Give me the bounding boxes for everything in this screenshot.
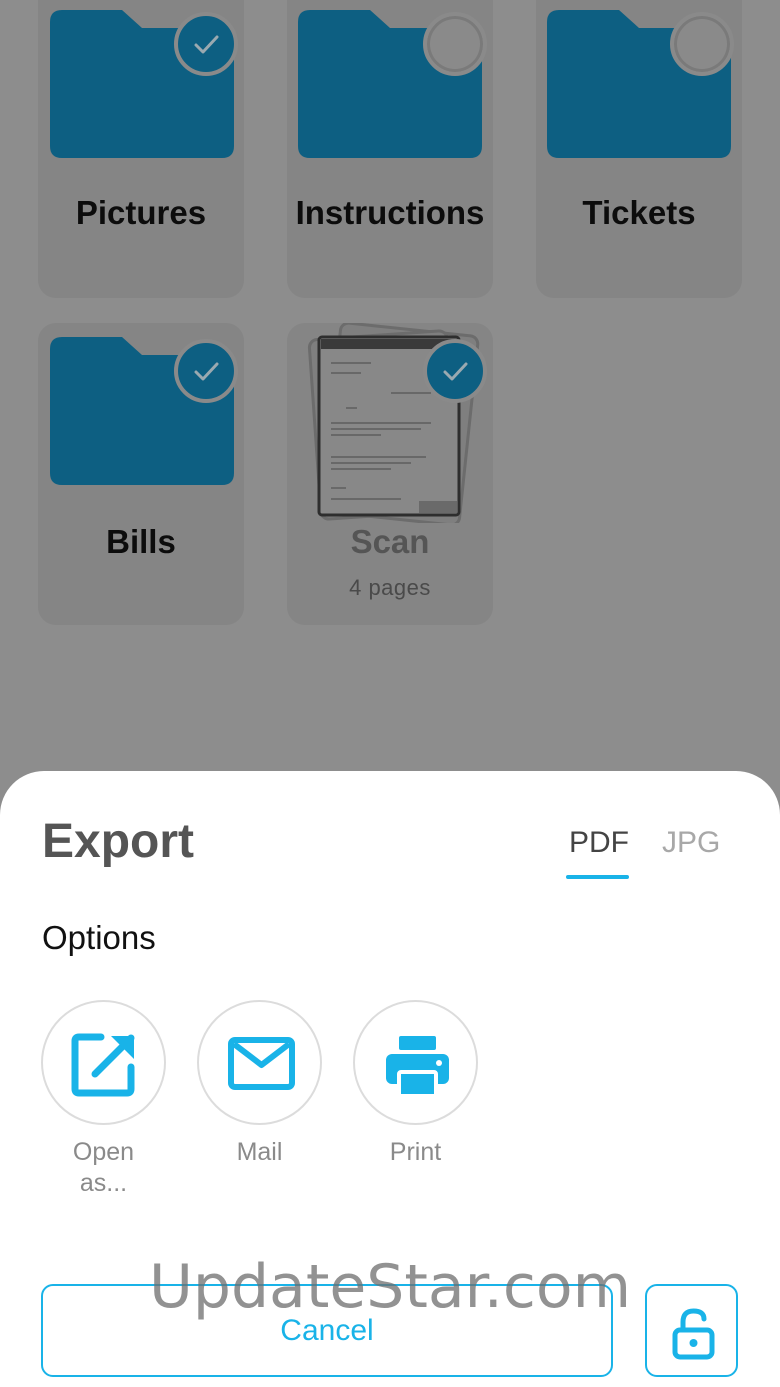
open-external-icon bbox=[71, 1033, 135, 1097]
folder-name: Bills bbox=[106, 523, 176, 560]
folder-name: Instructions bbox=[295, 194, 485, 231]
watermark: UpdateStar.com bbox=[148, 1252, 632, 1322]
selection-check-icon[interactable] bbox=[174, 339, 238, 403]
printer-icon bbox=[386, 1036, 449, 1098]
document-card-scan[interactable]: Scan 4 pages bbox=[287, 321, 493, 625]
folder-card-tickets[interactable]: Tickets bbox=[536, 0, 742, 298]
mail-button[interactable]: Mail bbox=[197, 1000, 322, 1168]
open-as-button[interactable]: Open as... bbox=[41, 1000, 166, 1199]
selection-check-icon[interactable] bbox=[423, 339, 487, 403]
selection-check-icon[interactable] bbox=[174, 12, 238, 76]
options-heading: Options bbox=[42, 919, 156, 956]
folder-card-bills[interactable]: Bills bbox=[38, 323, 244, 625]
mail-icon bbox=[228, 1037, 295, 1090]
selection-circle-icon[interactable] bbox=[423, 12, 487, 76]
sheet-title: Export bbox=[42, 815, 195, 868]
folder-card-instructions[interactable]: Instructions bbox=[287, 0, 493, 298]
option-circle[interactable] bbox=[197, 1000, 322, 1125]
option-circle[interactable] bbox=[353, 1000, 478, 1125]
print-button[interactable]: Print bbox=[353, 1000, 478, 1168]
option-label: Mail bbox=[236, 1138, 283, 1166]
folder-name: Pictures bbox=[75, 194, 207, 231]
active-tab-indicator bbox=[566, 875, 629, 879]
document-page-count: 4 pages bbox=[349, 575, 431, 600]
tab-jpg[interactable]: JPG bbox=[662, 826, 720, 860]
option-label: Open as... bbox=[72, 1138, 135, 1197]
option-label: Print bbox=[389, 1138, 442, 1166]
folder-name: Tickets bbox=[582, 194, 696, 231]
folder-grid: Pictures Instructions Tickets Bills Scan… bbox=[0, 0, 780, 780]
selection-circle-icon[interactable] bbox=[670, 12, 734, 76]
tab-pdf[interactable]: PDF bbox=[569, 826, 629, 860]
folder-card-pictures[interactable]: Pictures bbox=[38, 0, 244, 298]
option-circle[interactable] bbox=[41, 1000, 166, 1125]
document-name: Scan bbox=[350, 523, 430, 560]
